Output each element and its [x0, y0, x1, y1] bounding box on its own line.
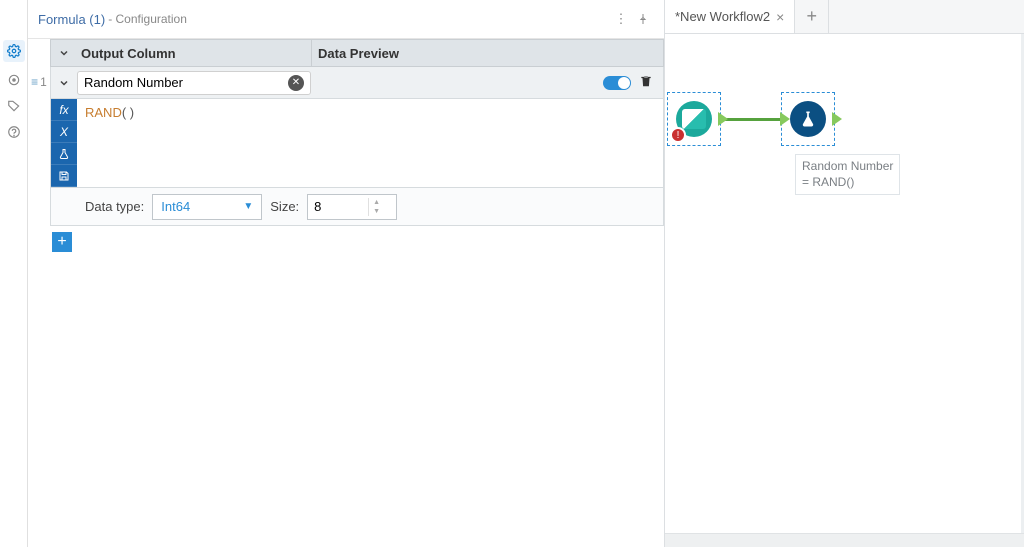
row-collapse-icon[interactable] [51, 77, 77, 89]
collapse-all-icon[interactable] [51, 47, 77, 59]
formula-node[interactable] [781, 92, 835, 146]
left-icon-rail [0, 0, 28, 547]
size-label: Size: [270, 199, 299, 214]
panel-title: Formula (1) [38, 12, 105, 27]
canvas-panel: *New Workflow2 × + ! [664, 0, 1024, 547]
close-tab-icon[interactable]: × [776, 9, 784, 25]
node-output-port[interactable] [718, 112, 728, 126]
node-input-port[interactable] [780, 112, 790, 126]
row-number: 1 [40, 75, 47, 89]
type-size-row: Data type: Int64 ▼ Size: ▲▼ [50, 188, 664, 226]
clear-input-icon[interactable]: ✕ [288, 75, 304, 91]
save-button[interactable] [51, 165, 77, 187]
data-type-select[interactable]: Int64 ▼ [152, 194, 262, 220]
size-spinner[interactable]: ▲▼ [368, 198, 384, 216]
data-type-label: Data type: [85, 199, 144, 214]
new-tab-button[interactable]: + [795, 0, 829, 33]
expression-editor-row: fx X RAND( ) [50, 99, 664, 188]
input-node[interactable]: ! [667, 92, 721, 146]
flask-button[interactable] [51, 143, 77, 165]
help-icon[interactable] [6, 124, 22, 140]
delete-row-icon[interactable] [639, 74, 653, 91]
pin-icon[interactable] [632, 8, 654, 30]
workflow-tab-bar: *New Workflow2 × + [665, 0, 1024, 34]
data-type-value: Int64 [161, 199, 190, 214]
workflow-tab-label: *New Workflow2 [675, 9, 770, 24]
workflow-tab[interactable]: *New Workflow2 × [665, 0, 795, 33]
tag-icon[interactable] [6, 98, 22, 114]
expression-args: ( ) [122, 105, 134, 120]
configuration-panel: Formula (1) - Configuration ⋮ ≡ 1 Output… [28, 0, 664, 547]
formula-row: ✕ [50, 67, 664, 99]
data-preview-header: Data Preview [311, 40, 663, 66]
gear-icon[interactable] [3, 40, 25, 62]
row-handle-icon[interactable]: ≡ [31, 75, 38, 89]
expression-function: RAND [85, 105, 122, 120]
node-annotation[interactable]: Random Number = RAND() [795, 154, 900, 195]
connection-line[interactable] [721, 118, 781, 121]
size-input-wrap[interactable]: ▲▼ [307, 194, 397, 220]
preview-toggle[interactable] [603, 76, 631, 90]
variable-button[interactable]: X [51, 121, 77, 143]
node-output-port[interactable] [832, 112, 842, 126]
expression-editor[interactable]: RAND( ) [77, 99, 663, 187]
size-input[interactable] [308, 199, 368, 214]
target-icon[interactable] [6, 72, 22, 88]
output-column-header: Output Column [77, 46, 311, 61]
panel-header: Formula (1) - Configuration ⋮ [28, 0, 664, 39]
error-badge-icon: ! [670, 127, 686, 143]
output-column-field[interactable]: ✕ [77, 71, 311, 95]
more-icon[interactable]: ⋮ [610, 8, 632, 30]
fx-button[interactable]: fx [51, 99, 77, 121]
chevron-down-icon: ▼ [243, 201, 253, 212]
row-gutter: ≡ 1 [28, 39, 50, 258]
editor-toolbar: fx X [51, 99, 77, 187]
workflow-canvas[interactable]: ! Random Number = RAND() [665, 34, 1024, 547]
add-formula-button[interactable]: + [52, 232, 72, 252]
columns-header: Output Column Data Preview [50, 39, 664, 67]
panel-subtitle: - Configuration [108, 12, 187, 26]
output-column-input[interactable] [84, 75, 288, 90]
